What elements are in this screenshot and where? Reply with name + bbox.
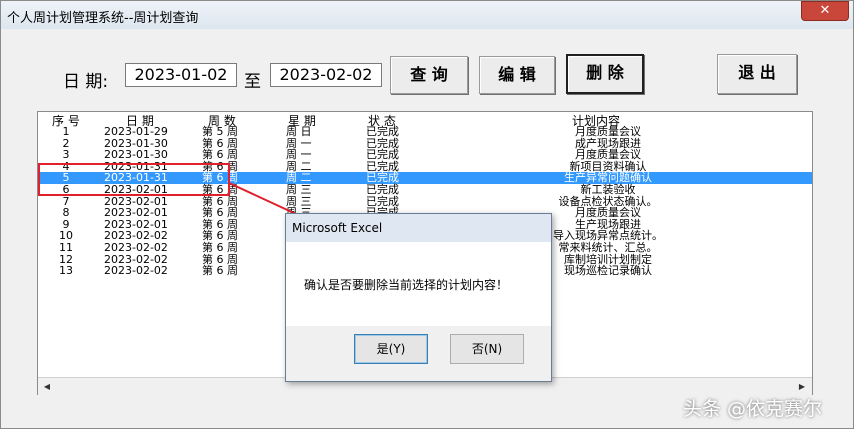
dialog-body: 确认是否要删除当前选择的计划内容！ bbox=[286, 242, 551, 326]
watermark-text: 头条 @依克赛尔 bbox=[683, 398, 823, 420]
no-button[interactable]: 否(N) bbox=[450, 334, 524, 364]
dialog-title-bar: Microsoft Excel bbox=[286, 214, 551, 242]
dialog-title: Microsoft Excel bbox=[292, 221, 383, 235]
confirm-dialog: Microsoft Excel 确认是否要删除当前选择的计划内容！ 是(Y) 否… bbox=[285, 213, 552, 382]
dialog-message: 确认是否要删除当前选择的计划内容！ bbox=[304, 278, 509, 292]
yes-button[interactable]: 是(Y) bbox=[354, 334, 428, 364]
